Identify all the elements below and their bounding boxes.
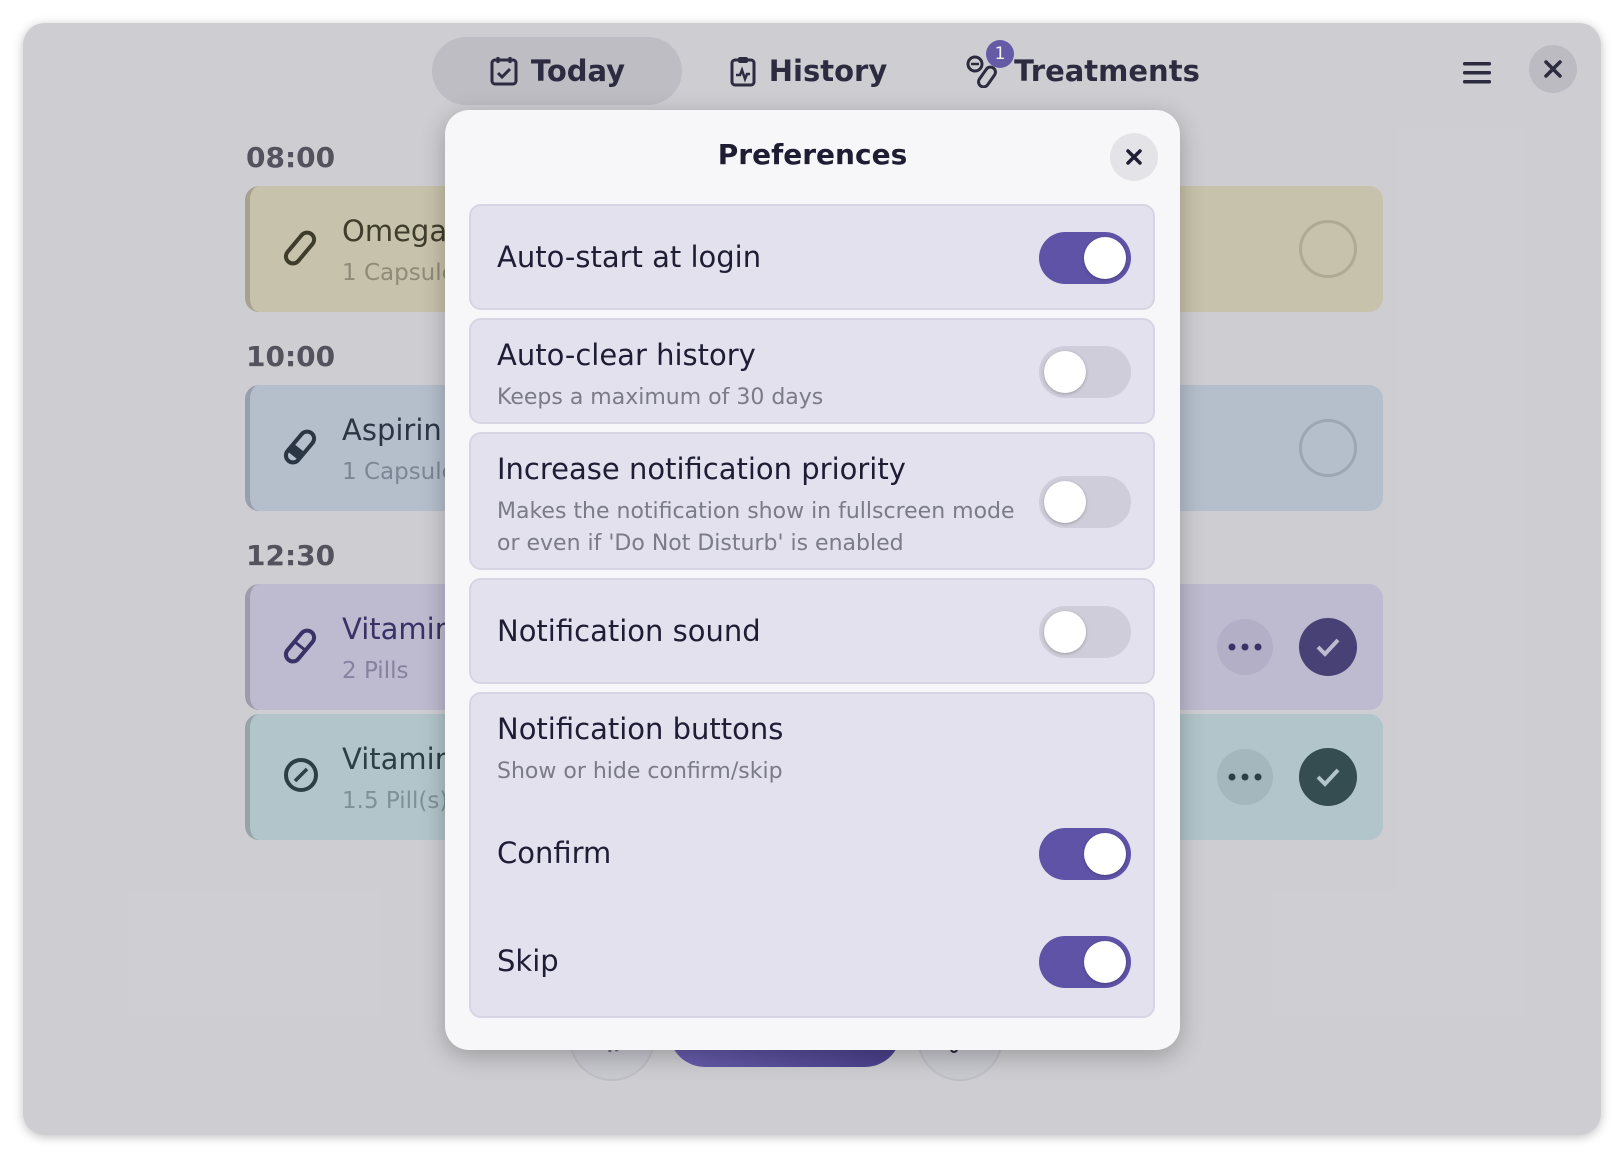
toggle-knob (1084, 833, 1126, 875)
autostart-toggle[interactable] (1039, 232, 1131, 284)
dialog-title: Preferences (717, 138, 908, 171)
skip-button-toggle[interactable] (1039, 936, 1131, 988)
pref-row-autoclear: Auto-clear history Keeps a maximum of 30… (469, 318, 1155, 424)
pref-label: Increase notification priority (497, 452, 906, 486)
pref-label: Auto-clear history (497, 338, 756, 372)
toggle-knob (1044, 611, 1086, 653)
toggle-knob (1044, 351, 1086, 393)
toggle-knob (1084, 237, 1126, 279)
pref-label: Notification sound (497, 614, 761, 648)
pref-label: Auto-start at login (497, 240, 762, 274)
toggle-knob (1084, 941, 1126, 983)
confirm-button-toggle[interactable] (1039, 828, 1131, 880)
sound-toggle[interactable] (1039, 606, 1131, 658)
autoclear-toggle[interactable] (1039, 346, 1131, 398)
toggle-knob (1044, 481, 1086, 523)
pref-row-autostart: Auto-start at login (469, 204, 1155, 310)
preferences-dialog: Preferences Auto-start at login Auto-cle… (445, 110, 1180, 1050)
pref-subtitle: Show or hide confirm/skip (497, 759, 783, 784)
pref-subtitle: Keeps a maximum of 30 days (497, 385, 824, 410)
pref-row-notification-buttons: Notification buttons Show or hide confir… (469, 692, 1155, 1018)
pref-option-label: Skip (497, 944, 559, 978)
priority-toggle[interactable] (1039, 476, 1131, 528)
dialog-close-button[interactable] (1110, 133, 1158, 181)
pref-row-sound: Notification sound (469, 578, 1155, 684)
close-icon (1126, 149, 1142, 165)
pref-option-label: Confirm (497, 836, 612, 870)
pref-row-priority: Increase notification priority Makes the… (469, 432, 1155, 570)
pref-label: Notification buttons (497, 712, 784, 746)
pref-subtitle: Makes the notification show in fullscree… (497, 499, 1015, 556)
